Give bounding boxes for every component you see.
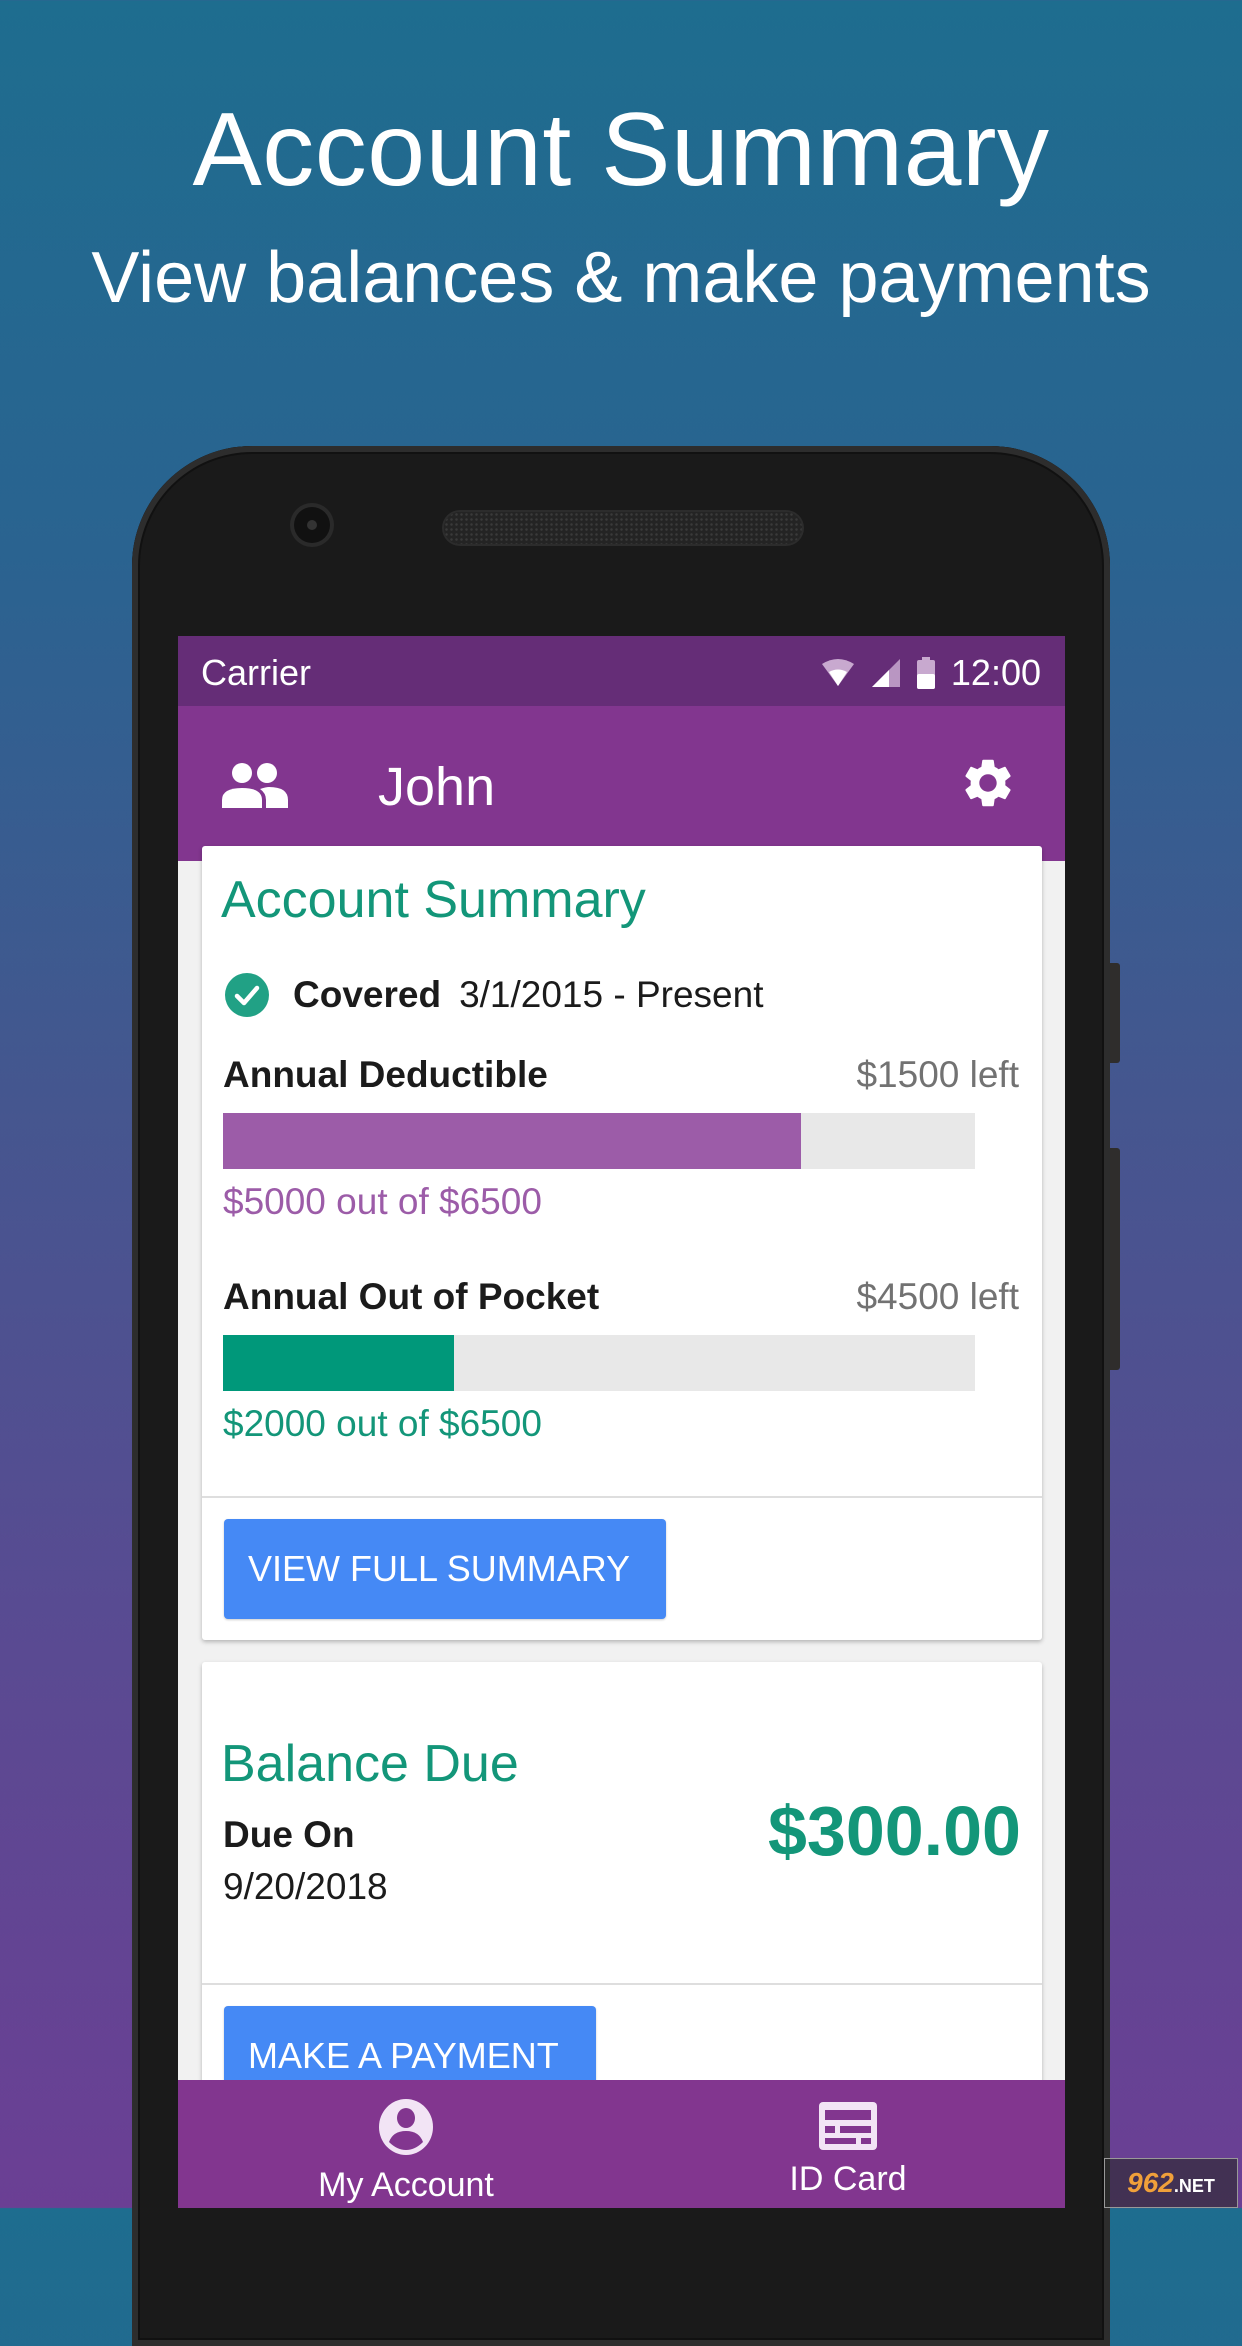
out-of-pocket-label: Annual Out of Pocket xyxy=(223,1276,600,1317)
deductible-progress-fill xyxy=(223,1113,802,1169)
card-divider xyxy=(202,1496,1042,1498)
view-full-summary-button[interactable]: VIEW FULL SUMMARY xyxy=(224,1519,666,1619)
wifi-icon xyxy=(822,659,854,686)
deductible-caption: $5000 out of $6500 xyxy=(223,1181,542,1222)
watermark-logo: 962.NET xyxy=(1104,2158,1238,2208)
coverage-status: Covered 3/1/2015 - Present xyxy=(225,973,763,1017)
nav-id-card[interactable]: ID Card xyxy=(698,2080,998,2208)
out-of-pocket-progress-fill xyxy=(223,1335,455,1391)
nav-my-account-label: My Account xyxy=(318,2166,494,2204)
check-circle-icon xyxy=(225,973,269,1017)
status-bar: Carrier 12:00 xyxy=(178,636,1065,706)
battery-icon xyxy=(917,657,935,689)
due-on-label: Due On xyxy=(223,1814,355,1855)
out-of-pocket-progress-bar xyxy=(223,1335,975,1391)
phone-volume-button xyxy=(1110,1148,1120,1370)
watermark-suffix: .NET xyxy=(1173,2176,1215,2196)
nav-id-card-label: ID Card xyxy=(789,2160,907,2198)
nav-my-account[interactable]: My Account xyxy=(256,2080,556,2208)
balance-due-heading: Balance Due xyxy=(221,1735,519,1793)
account-circle-icon xyxy=(379,2099,433,2155)
deductible-progress-bar xyxy=(223,1113,975,1169)
clock: 12:00 xyxy=(950,652,1041,693)
promo-title: Account Summary xyxy=(192,92,1050,208)
id-card-icon xyxy=(819,2102,877,2150)
coverage-status-label: Covered xyxy=(293,974,442,1015)
account-summary-heading: Account Summary xyxy=(221,871,646,929)
bottom-navigation: My Account ID Card xyxy=(178,2080,1065,2208)
out-of-pocket-caption: $2000 out of $6500 xyxy=(223,1403,542,1444)
watermark-brand: 962 xyxy=(1127,2167,1174,2198)
phone-screen: Carrier 12:00 John Account Summary Cover… xyxy=(178,636,1065,2208)
people-icon[interactable] xyxy=(222,762,288,808)
deductible-label: Annual Deductible xyxy=(223,1054,548,1095)
due-date: 9/20/2018 xyxy=(223,1866,388,1907)
carrier-label: Carrier xyxy=(201,652,312,693)
promo-subtitle: View balances & make payments xyxy=(91,238,1151,318)
app-bar: John xyxy=(178,706,1065,861)
due-date-block: Due On 9/20/2018 xyxy=(223,1814,388,1908)
coverage-period: 3/1/2015 - Present xyxy=(459,974,764,1015)
balance-amount: $300.00 xyxy=(767,1792,1021,1870)
deductible-remaining: $1500 left xyxy=(856,1054,1019,1095)
phone-power-button xyxy=(1110,963,1120,1063)
card-divider xyxy=(202,1983,1042,1985)
gear-icon[interactable] xyxy=(959,754,1017,812)
app-bar-title: John xyxy=(378,757,496,817)
out-of-pocket-remaining: $4500 left xyxy=(856,1276,1019,1317)
front-camera xyxy=(294,507,330,543)
earpiece-speaker xyxy=(444,512,802,544)
cell-signal-icon xyxy=(872,659,900,687)
